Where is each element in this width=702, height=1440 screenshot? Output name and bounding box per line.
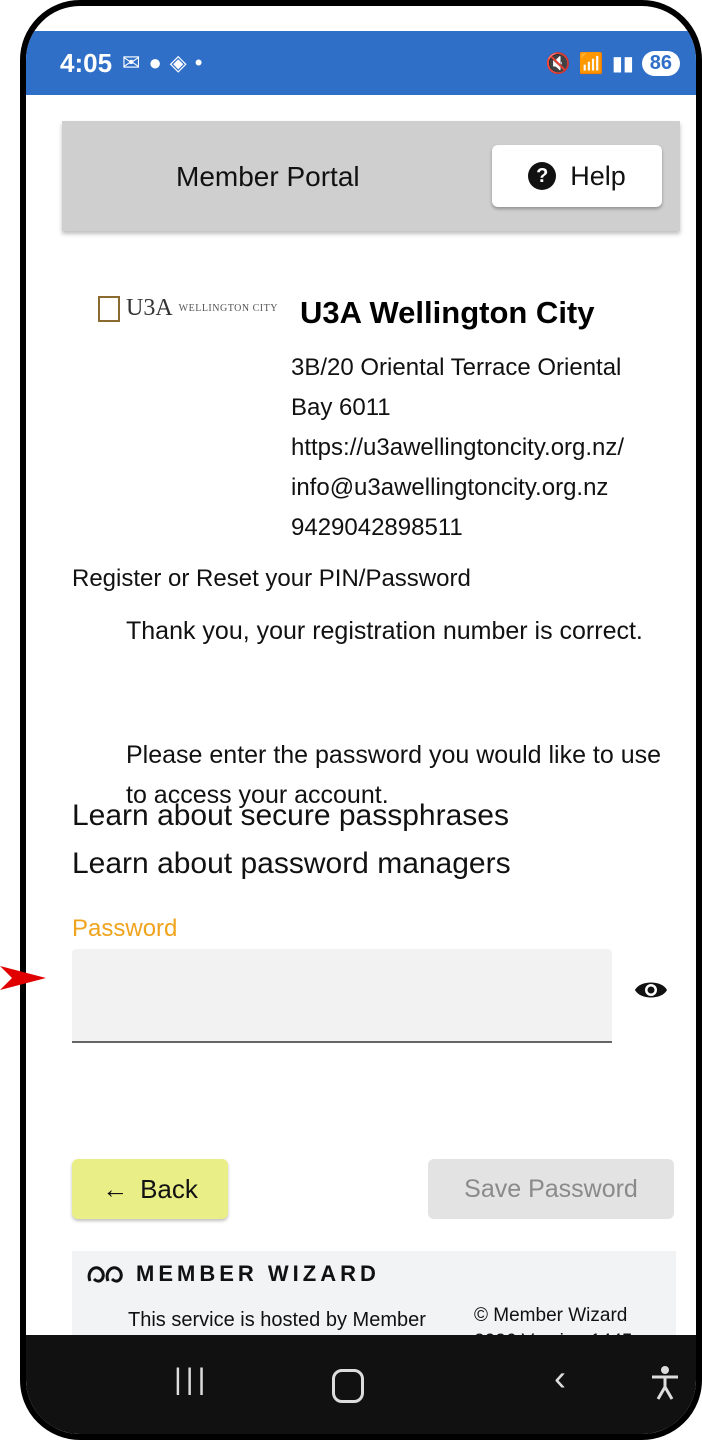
logo-subtext: WELLINGTON CITY xyxy=(178,303,278,314)
org-phone: 9429042898511 xyxy=(291,514,463,541)
footer-brand-text: MEMBER WIZARD xyxy=(136,1261,380,1286)
confirmation-message: Thank you, your registration number is c… xyxy=(126,617,643,645)
back-button[interactable]: ← Back xyxy=(72,1159,228,1219)
wifi-icon: 📶 xyxy=(578,52,604,75)
logo-mark-icon xyxy=(98,295,120,322)
status-time: 4:05 xyxy=(60,47,113,78)
help-button[interactable]: ? Help xyxy=(492,145,662,207)
org-email[interactable]: info@u3awellingtoncity.org.nz xyxy=(291,468,696,508)
facebook-icon: ● xyxy=(148,50,162,75)
phone-frame: 4:05 ✉ ● ◈ • 🔇 📶 ▮▮ 86 Member Portal ? H… xyxy=(20,0,702,1440)
logo-text: U3A xyxy=(126,295,173,321)
status-notification-icons: ✉ ● ◈ • xyxy=(122,50,202,76)
app-content: Member Portal ? Help U3A WELLINGTON CITY… xyxy=(26,95,696,1434)
system-nav-bar: ||| ‹ xyxy=(26,1335,696,1434)
learn-passphrases-link[interactable]: Learn about secure passphrases xyxy=(72,799,509,833)
section-heading: Register or Reset your PIN/Password xyxy=(72,565,471,592)
battery-indicator: 86 xyxy=(641,50,680,76)
save-password-button[interactable]: Save Password xyxy=(428,1159,674,1219)
eye-icon[interactable] xyxy=(634,977,668,1003)
member-wizard-logo-icon xyxy=(87,1266,123,1283)
back-label: Back xyxy=(140,1173,198,1204)
footer-hosted-text: This service is hosted by Member xyxy=(128,1309,426,1331)
recent-apps-icon[interactable]: ||| xyxy=(174,1363,209,1397)
page-title: Member Portal xyxy=(176,161,360,192)
more-dot-icon: • xyxy=(194,50,203,75)
org-address-line1: 3B/20 Oriental Terrace Oriental xyxy=(291,354,622,381)
header-bar: Member Portal ? Help xyxy=(62,121,680,231)
password-label: Password xyxy=(72,915,178,942)
org-website[interactable]: https://u3awellingtoncity.org.nz/ xyxy=(291,428,696,468)
home-icon[interactable] xyxy=(332,1369,364,1403)
question-circle-icon: ? xyxy=(528,162,557,190)
password-input[interactable] xyxy=(72,949,612,1043)
mute-icon: 🔇 xyxy=(545,52,571,75)
arrow-left-icon: ← xyxy=(102,1173,129,1204)
signal-icon: ▮▮ xyxy=(611,52,634,75)
accessibility-icon[interactable] xyxy=(650,1365,680,1401)
org-details: 3B/20 Oriental Terrace Oriental Bay 6011… xyxy=(291,348,696,548)
org-logo: U3A WELLINGTON CITY xyxy=(98,295,278,322)
red-arrow-annotation xyxy=(0,966,46,990)
org-name: U3A Wellington City xyxy=(300,295,595,330)
org-address-line2: Bay 6011 xyxy=(291,394,391,421)
learn-password-managers-link[interactable]: Learn about password managers xyxy=(72,847,511,881)
back-nav-icon[interactable]: ‹ xyxy=(554,1357,566,1399)
gmail-icon: ✉ xyxy=(122,50,141,75)
help-label: Help xyxy=(570,160,626,191)
footer-brand: MEMBER WIZARD xyxy=(86,1261,380,1287)
footer: MEMBER WIZARD This service is hosted by … xyxy=(72,1251,676,1341)
status-system-icons: 🔇 📶 ▮▮ 86 xyxy=(545,50,680,76)
app-icon: ◈ xyxy=(169,50,187,75)
status-bar: 4:05 ✉ ● ◈ • 🔇 📶 ▮▮ 86 xyxy=(26,31,696,95)
